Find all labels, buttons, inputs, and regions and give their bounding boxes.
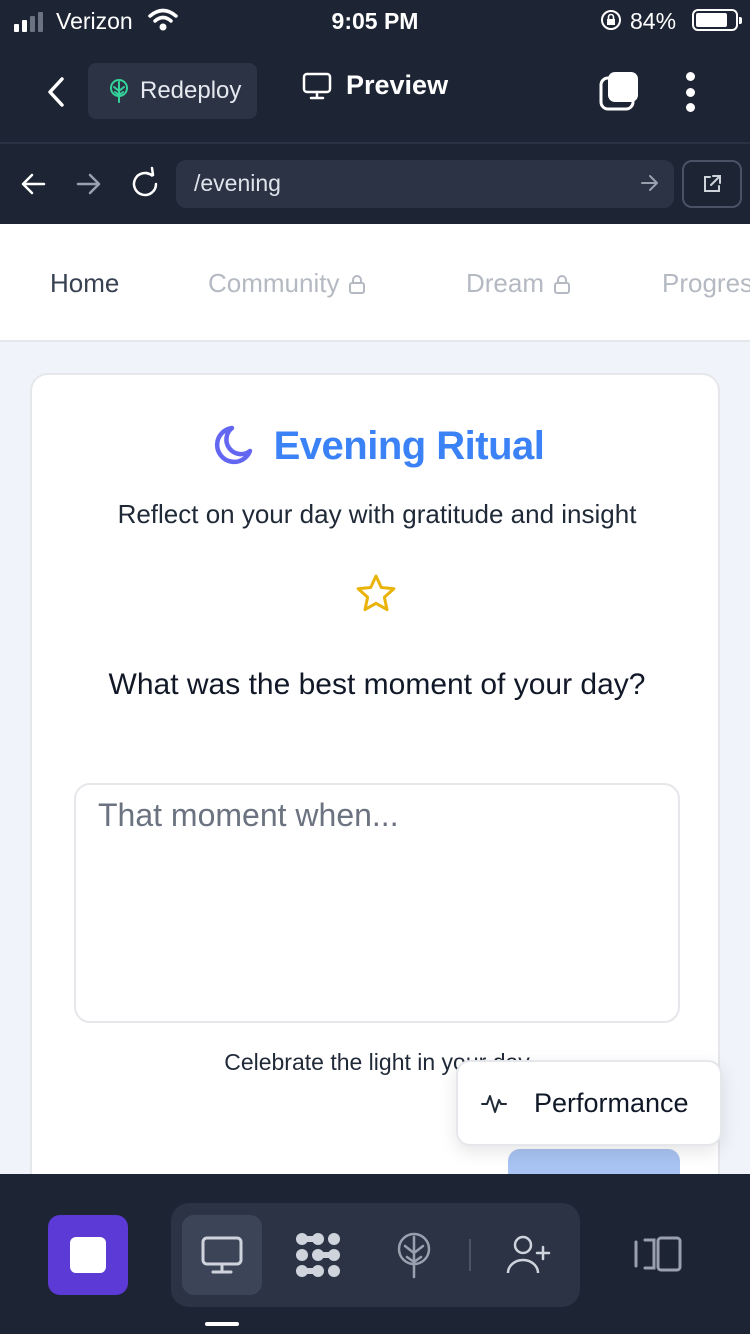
- deploy-button[interactable]: [374, 1215, 454, 1295]
- evening-ritual-card: Evening Ritual Reflect on your day with …: [30, 373, 720, 1174]
- more-options-icon[interactable]: [676, 70, 704, 114]
- tree-icon: [397, 1232, 431, 1279]
- performance-button[interactable]: Performance: [456, 1060, 722, 1146]
- nav-back-arrow-icon[interactable]: [20, 166, 46, 202]
- blob-grid-icon: [296, 1233, 340, 1277]
- lock-icon: [554, 274, 571, 294]
- back-chevron-icon[interactable]: [42, 75, 72, 109]
- webview-content: Home Community Dream Progres Evening Rit…: [0, 224, 750, 1174]
- best-moment-input[interactable]: [74, 783, 680, 1023]
- lock-icon: [349, 274, 366, 294]
- tab-home-label: Home: [50, 268, 120, 298]
- tab-community-label: Community: [208, 268, 340, 298]
- battery-percent: 84%: [630, 8, 677, 34]
- apps-grid-button[interactable]: [278, 1215, 358, 1295]
- open-external-button[interactable]: [682, 160, 742, 208]
- active-indicator: [205, 1322, 239, 1326]
- tab-progress-label: Progres: [662, 268, 750, 298]
- add-user-icon: [506, 1235, 551, 1274]
- tab-progress[interactable]: Progres: [662, 268, 750, 299]
- stop-button[interactable]: [48, 1215, 128, 1295]
- external-link-icon: [704, 175, 721, 192]
- tabs-switcher-icon[interactable]: [598, 70, 640, 112]
- url-path: /evening: [194, 170, 281, 196]
- preview-monitor-button[interactable]: [182, 1215, 262, 1295]
- card-subtitle: Reflect on your day with gratitude and i…: [117, 499, 637, 529]
- stop-icon: [70, 1237, 106, 1273]
- performance-label: Performance: [534, 1087, 689, 1118]
- battery-icon: [692, 9, 742, 31]
- tree-icon: [110, 79, 128, 103]
- url-field[interactable]: /evening: [176, 160, 674, 208]
- reflection-question: What was the best moment of your day?: [108, 668, 646, 701]
- bottom-toolbar: [0, 1174, 750, 1334]
- card-title-text: Evening Ritual: [273, 423, 545, 468]
- url-bar: /evening: [0, 142, 750, 224]
- monitor-icon: [201, 1236, 243, 1274]
- nav-forward-arrow-icon[interactable]: [76, 166, 102, 202]
- redeploy-button[interactable]: Redeploy: [88, 63, 257, 119]
- toolbar-divider: [469, 1239, 471, 1271]
- star-icon: [356, 574, 396, 612]
- tab-dream-label: Dream: [466, 268, 545, 298]
- invite-user-button[interactable]: [489, 1215, 569, 1295]
- panel-toggle-icon[interactable]: [632, 1234, 686, 1274]
- redeploy-label: Redeploy: [140, 77, 242, 104]
- toolbar-group: [171, 1203, 580, 1307]
- monitor-icon: [302, 72, 332, 99]
- tab-community[interactable]: Community: [208, 268, 367, 299]
- moon-icon: [214, 425, 252, 465]
- nav-tabs: Home Community Dream Progres: [0, 224, 750, 342]
- reload-icon[interactable]: [128, 166, 162, 202]
- tab-dream[interactable]: Dream: [466, 268, 572, 299]
- submit-button[interactable]: [508, 1149, 680, 1174]
- preview-button[interactable]: Preview: [302, 70, 448, 101]
- preview-label: Preview: [346, 70, 449, 100]
- go-arrow-icon[interactable]: [640, 172, 660, 194]
- orientation-lock-icon: [601, 10, 621, 30]
- status-bar: Verizon 9:05 PM 84%: [0, 0, 750, 42]
- app-bar: Redeploy Preview: [0, 42, 750, 142]
- card-title: Evening Ritual: [32, 421, 722, 471]
- tab-home[interactable]: Home: [50, 268, 119, 299]
- activity-pulse-icon: [481, 1095, 507, 1113]
